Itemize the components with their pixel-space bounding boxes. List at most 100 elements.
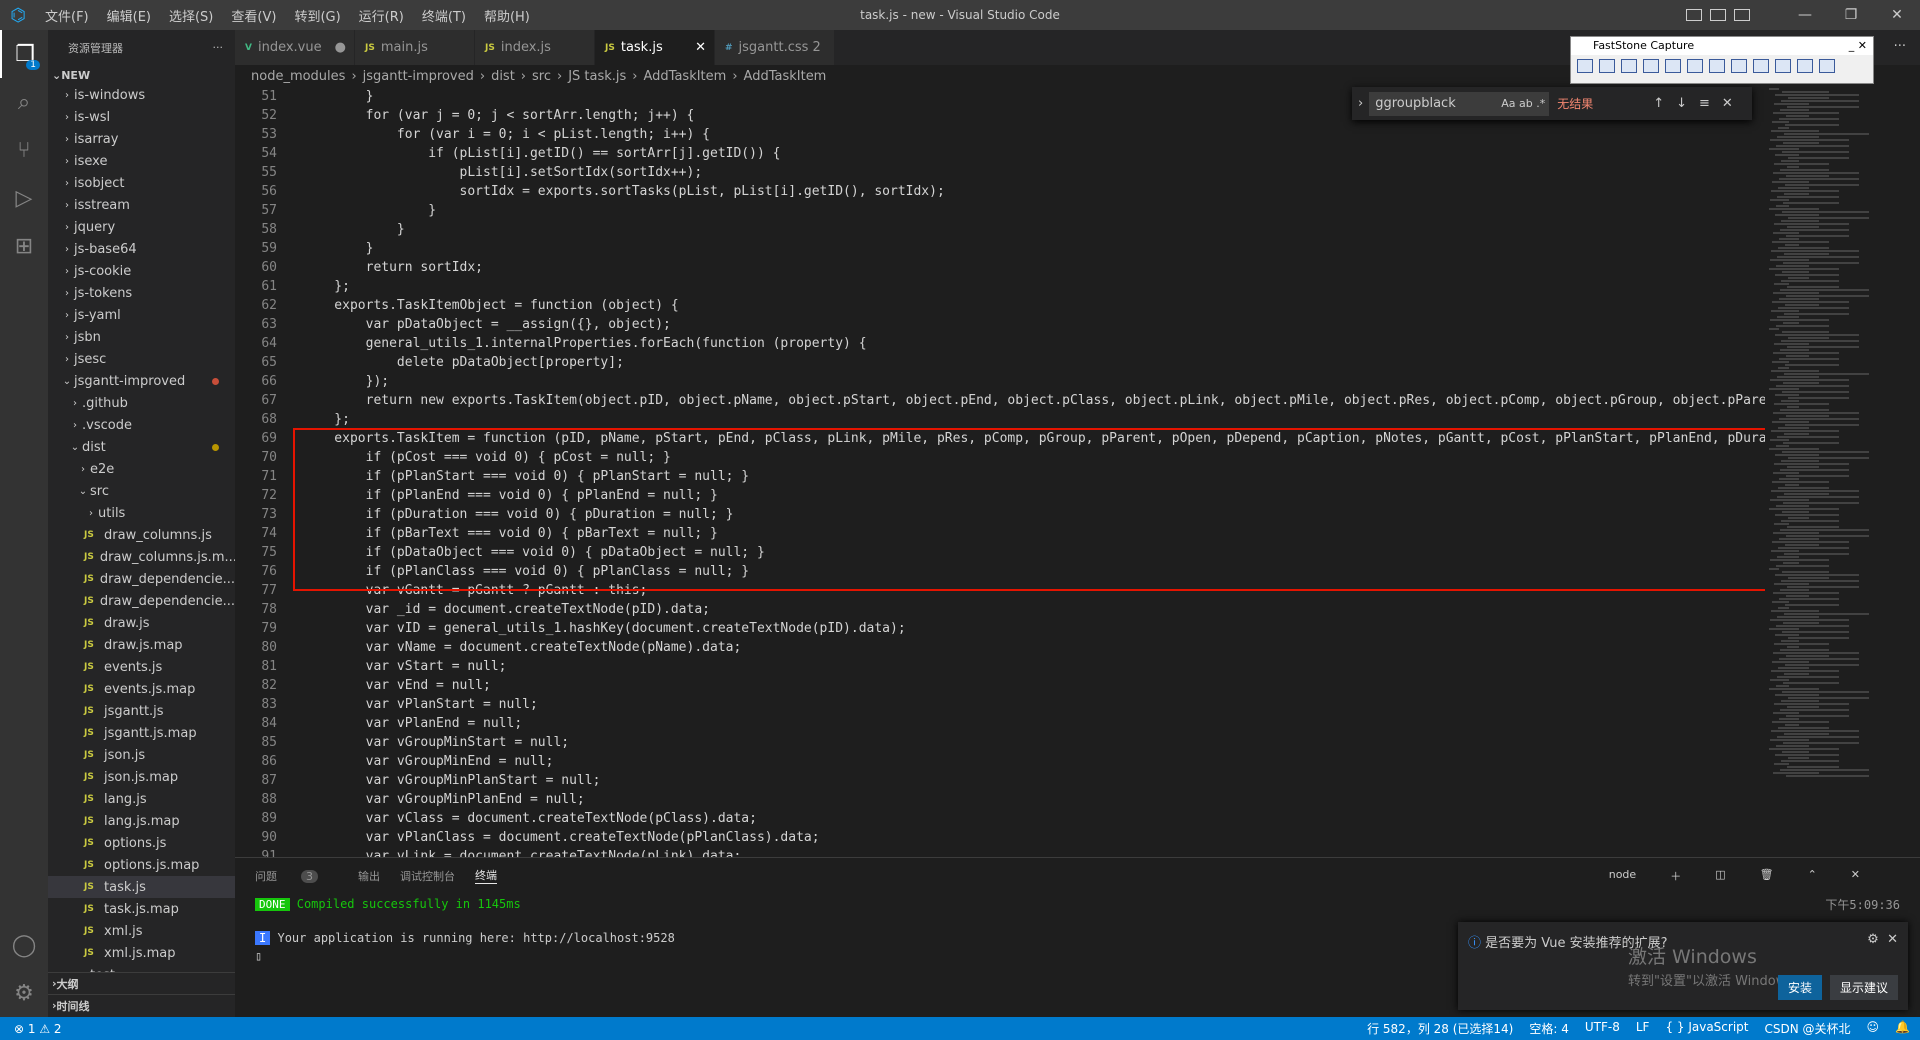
file-tree-item[interactable]: JS events.js.map — [48, 678, 235, 700]
file-tree-item[interactable]: › isarray — [48, 128, 235, 150]
language-mode[interactable]: { } JavaScript — [1665, 1020, 1748, 1037]
maximize-panel-icon[interactable]: ⌃ — [1808, 868, 1817, 884]
toggle-panel-icon[interactable] — [1710, 9, 1726, 21]
explorer-icon[interactable]: ❐ 1 — [0, 30, 48, 78]
file-tree-item[interactable]: JS draw_columns.js — [48, 524, 235, 546]
file-tree-item[interactable]: › utils — [48, 502, 235, 524]
file-tree-item[interactable]: › is-wsl — [48, 106, 235, 128]
file-tree-item[interactable]: › isexe — [48, 150, 235, 172]
close-icon[interactable]: ✕ — [1874, 0, 1920, 30]
capture-tool-icon[interactable] — [1775, 59, 1791, 73]
toggle-sidebar-icon[interactable] — [1686, 9, 1702, 21]
split-terminal-icon[interactable]: ◫ — [1715, 868, 1725, 884]
menu-item[interactable]: 查看(V) — [222, 6, 285, 25]
breadcrumb-item[interactable]: dist — [491, 69, 515, 84]
menu-item[interactable]: 文件(F) — [36, 6, 98, 25]
file-tree-item[interactable]: › e2e — [48, 458, 235, 480]
find-options[interactable]: Aa ab .* — [1501, 92, 1549, 116]
timeline-section[interactable]: › 时间线 — [48, 994, 235, 1016]
capture-tool-icon[interactable] — [1797, 59, 1813, 73]
file-tree-item[interactable]: JS draw_columns.js.m... — [48, 546, 235, 568]
workspace-section[interactable]: ⌄ NEW — [48, 65, 235, 85]
tab-problems[interactable]: 问题 3 — [255, 868, 338, 884]
restore-icon[interactable]: ❐ — [1828, 0, 1874, 30]
file-tree-item[interactable]: ›test — [48, 964, 235, 973]
menu-item[interactable]: 终端(T) — [413, 6, 475, 25]
file-tree-item[interactable]: JS json.js — [48, 744, 235, 766]
file-tree-item[interactable]: › js-base64 — [48, 238, 235, 260]
capture-tool-icon[interactable] — [1709, 59, 1725, 73]
close-panel-icon[interactable]: ✕ — [1851, 868, 1860, 884]
file-tree-item[interactable]: JS xml.js.map — [48, 942, 235, 964]
capture-tool-icon[interactable] — [1753, 59, 1769, 73]
tab-jsgantt-css-2[interactable]: # jsgantt.css 2 — [715, 30, 835, 65]
tab-task-js[interactable]: JS task.js ✕ — [595, 30, 715, 65]
file-tree-item[interactable]: › jsesc — [48, 348, 235, 370]
tab-debug-console[interactable]: 调试控制台 — [400, 868, 455, 884]
breadcrumb-item[interactable]: node_modules — [251, 69, 345, 84]
indentation[interactable]: 空格: 4 — [1529, 1020, 1569, 1037]
file-tree-item[interactable]: JS draw.js.map — [48, 634, 235, 656]
source-control-icon[interactable]: ⑂ — [0, 126, 48, 174]
file-tree-item[interactable]: JS xml.js — [48, 920, 235, 942]
tab-terminal[interactable]: 终端 — [475, 867, 497, 884]
extensions-icon[interactable]: ⊞ — [0, 222, 48, 270]
file-tree-item[interactable]: JS draw_dependencie... — [48, 590, 235, 612]
show-recommendations-button[interactable]: 显示建议 — [1829, 975, 1898, 1000]
minimap[interactable] — [1765, 87, 1920, 857]
file-tree-item[interactable]: › is-windows — [48, 84, 235, 106]
run-debug-icon[interactable]: ▷ — [0, 174, 48, 222]
toggle-secondary-icon[interactable] — [1734, 9, 1750, 21]
file-tree-item[interactable]: JS options.js.map — [48, 854, 235, 876]
breadcrumb-item[interactable]: jsgantt-improved — [363, 69, 474, 84]
file-tree-item[interactable]: › .vscode — [48, 414, 235, 436]
faststone-window-controls[interactable]: _ ✕ — [1849, 37, 1867, 55]
breadcrumb-item[interactable]: JS task.js — [568, 69, 626, 84]
file-tree-item[interactable]: › js-yaml — [48, 304, 235, 326]
code-editor[interactable]: 51 } 52 for (var j = 0; j < sortArr.lengt… — [235, 87, 1765, 857]
cursor-position[interactable]: 行 582，列 28 (已选择14) — [1367, 1020, 1513, 1037]
file-tree-item[interactable]: JS draw_dependencie... — [48, 568, 235, 590]
capture-tool-icon[interactable] — [1665, 59, 1681, 73]
capture-tool-icon[interactable] — [1731, 59, 1747, 73]
menu-item[interactable]: 选择(S) — [160, 6, 222, 25]
file-tree-item[interactable]: › js-cookie — [48, 260, 235, 282]
menu-item[interactable]: 帮助(H) — [475, 6, 539, 25]
breadcrumb-item[interactable]: AddTaskItem — [644, 69, 727, 84]
new-terminal-icon[interactable]: ＋ — [1670, 868, 1681, 884]
unsaved-dot-icon[interactable]: ● — [335, 40, 346, 55]
tab-index-js[interactable]: JS index.js — [475, 30, 595, 65]
outline-section[interactable]: › 大纲 — [48, 972, 235, 994]
feedback-icon[interactable]: ☺ — [1867, 1020, 1880, 1037]
file-tree-item[interactable]: JS lang.js.map — [48, 810, 235, 832]
trash-icon[interactable]: 🗑 — [1760, 868, 1774, 884]
file-tree-item[interactable]: ⌄ dist — [48, 436, 235, 458]
file-tree-item[interactable]: JS jsgantt.js.map — [48, 722, 235, 744]
tab-index-vue[interactable]: Vindex.vue ● — [235, 30, 355, 65]
file-tree-item[interactable]: › js-tokens — [48, 282, 235, 304]
find-in-selection-icon[interactable]: ≡ — [1699, 96, 1710, 111]
more-actions-icon[interactable]: ··· — [1894, 39, 1906, 54]
find-input[interactable]: ggroupblack Aa ab .* — [1369, 91, 1550, 116]
file-tree-item[interactable]: JS json.js.map — [48, 766, 235, 788]
capture-tool-icon[interactable] — [1687, 59, 1703, 73]
toggle-replace-icon[interactable]: › — [1358, 96, 1363, 111]
install-button[interactable]: 安装 — [1777, 975, 1822, 1000]
file-tree-item[interactable]: ⌄ src — [48, 480, 235, 502]
file-tree-item[interactable]: JS task.js.map — [48, 898, 235, 920]
minimize-icon[interactable]: — — [1782, 0, 1828, 30]
more-actions-icon[interactable]: ··· — [213, 41, 224, 54]
file-tree-item[interactable]: JS events.js — [48, 656, 235, 678]
file-tree-item[interactable]: JS lang.js — [48, 788, 235, 810]
breadcrumb-item[interactable]: AddTaskItem — [744, 69, 827, 84]
breadcrumb-item[interactable]: src — [532, 69, 551, 84]
search-icon[interactable]: ⌕ — [0, 78, 48, 126]
close-find-icon[interactable]: ✕ — [1722, 96, 1733, 111]
file-tree-item[interactable]: › jsbn — [48, 326, 235, 348]
file-tree-item[interactable]: › .github — [48, 392, 235, 414]
encoding[interactable]: UTF-8 — [1585, 1020, 1620, 1037]
tab-output[interactable]: 输出 — [358, 868, 380, 884]
previous-match-icon[interactable]: ↑ — [1653, 96, 1664, 111]
capture-tool-icon[interactable] — [1621, 59, 1637, 73]
capture-tool-icon[interactable] — [1819, 59, 1835, 73]
